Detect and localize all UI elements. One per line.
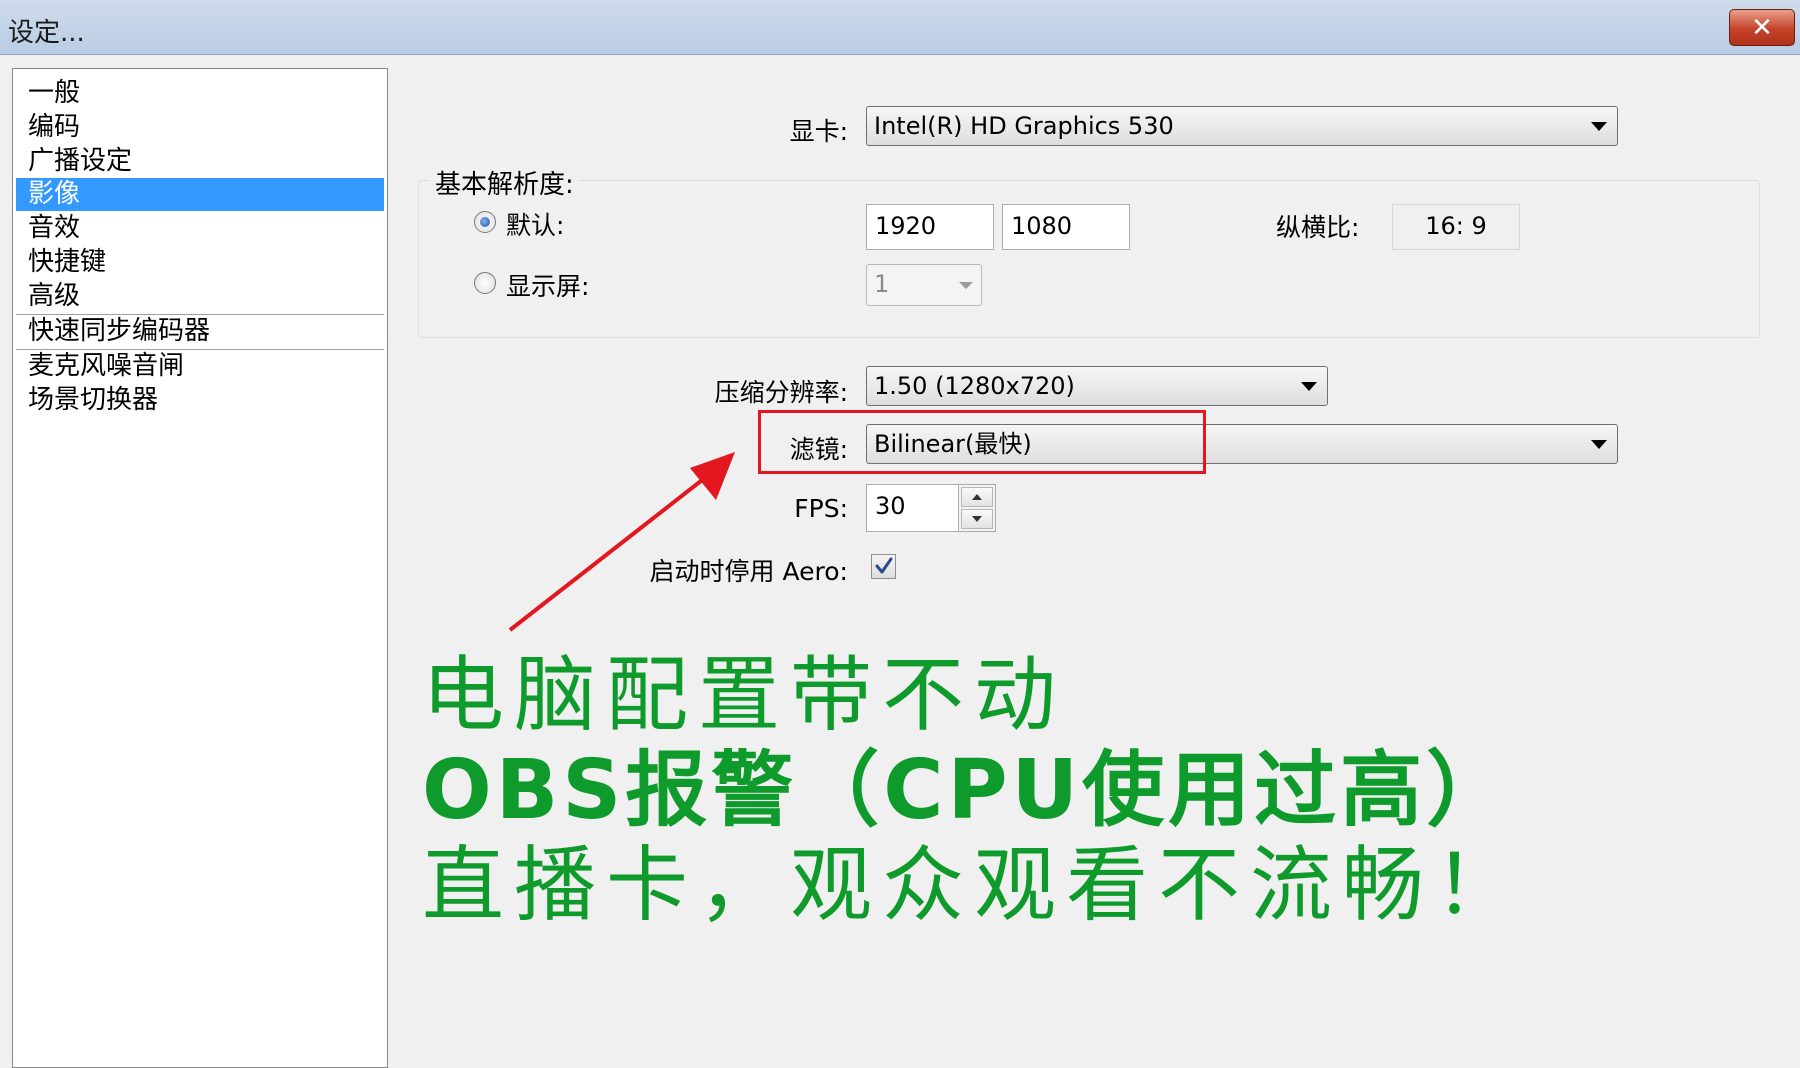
annotation-line-2: OBS报警（CPU使用过高） (422, 743, 1513, 838)
annotation-line-1: 电脑配置带不动 (422, 648, 1067, 743)
annotation-line-3: 直播卡，观众观看不流畅！ (422, 838, 1527, 933)
